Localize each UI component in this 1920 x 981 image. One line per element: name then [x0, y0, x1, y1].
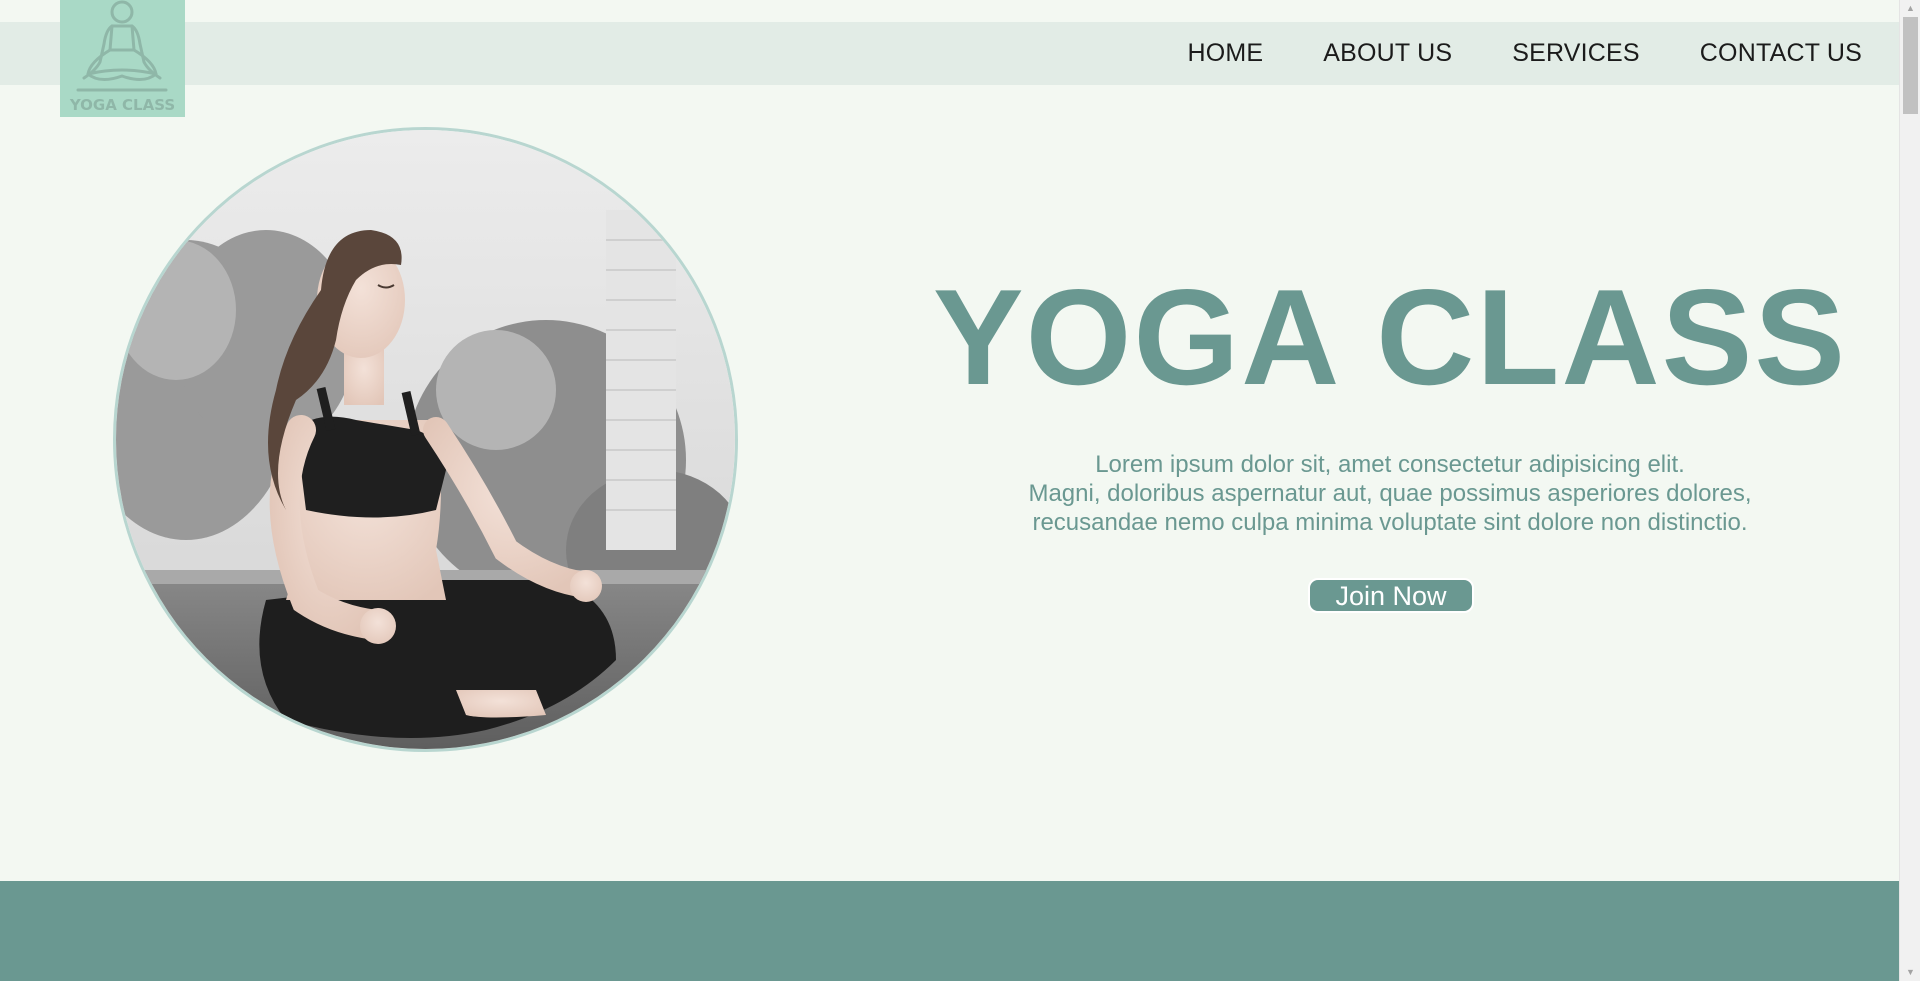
nav-services[interactable]: SERVICES — [1512, 39, 1640, 68]
hero-description-line: Magni, doloribus aspernatur aut, quae po… — [1028, 480, 1752, 507]
chevron-down-icon[interactable]: ▼ — [1900, 964, 1920, 981]
nav-contact-us[interactable]: CONTACT US — [1700, 39, 1862, 68]
nav-home[interactable]: HOME — [1187, 39, 1263, 68]
hero-description-line: Lorem ipsum dolor sit, amet consectetur … — [1095, 451, 1685, 478]
vertical-scrollbar[interactable]: ▲ ▼ — [1899, 0, 1920, 981]
logo[interactable]: YOGA CLASS — [60, 0, 185, 117]
scroll-thumb[interactable] — [1903, 17, 1918, 114]
main-nav: HOME ABOUT US SERVICES CONTACT US — [1187, 22, 1862, 85]
join-now-button[interactable]: Join Now — [1308, 578, 1474, 613]
footer-band — [0, 881, 1899, 981]
nav-about-us[interactable]: ABOUT US — [1323, 39, 1452, 68]
meditating-person-icon — [76, 0, 168, 92]
hero-description: Lorem ipsum dolor sit, amet consectetur … — [930, 450, 1850, 537]
hero-description-line: recusandae nemo culpa minima voluptate s… — [1032, 509, 1748, 536]
logo-text: YOGA CLASS — [69, 96, 176, 114]
hero-image — [113, 127, 738, 752]
hero-title: YOGA CLASS — [932, 261, 1848, 413]
chevron-up-icon[interactable]: ▲ — [1900, 0, 1920, 17]
